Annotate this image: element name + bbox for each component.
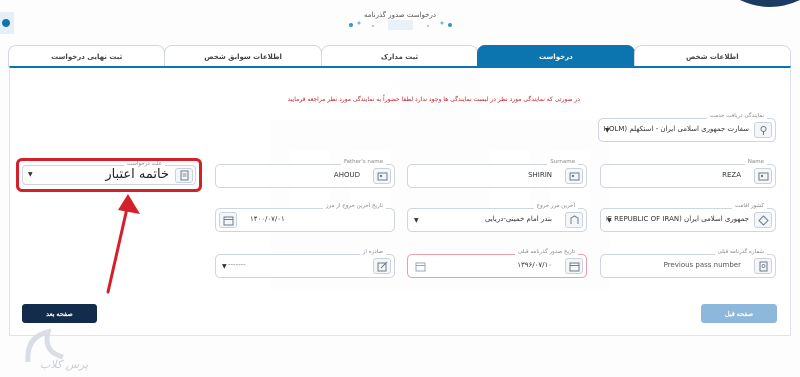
last-exit-border-label: آخرین مرز خروج [533, 203, 578, 209]
chevron-down-icon: ▼ [222, 263, 227, 270]
residence-country-select[interactable]: کشور اقامت جمهوری اسلامی ایران (ISLAMIC … [600, 203, 776, 232]
father-name-label: Father's name [340, 159, 386, 165]
previous-passport-issue-date-field[interactable]: تاریخ صدور گذرنامه قبلی ۱۳۹۶/۰۷/۱۰ [407, 249, 587, 278]
tab-request[interactable]: درخواست [477, 45, 635, 67]
location-pin-icon [754, 122, 772, 138]
name-field[interactable]: Name REZA [600, 159, 776, 188]
id-card-icon [565, 168, 583, 184]
chevron-down-icon: ▼ [607, 217, 612, 224]
residence-country-value: جمهوری اسلامی ایران (ISLAMIC REPUBLIC OF… [606, 215, 749, 223]
document-icon [175, 168, 193, 183]
border-gate-icon [565, 212, 583, 228]
tab-person-history[interactable]: اطلاعات سوابق شخص [164, 45, 322, 67]
surname-label: Surname [547, 159, 578, 165]
edit-icon [373, 258, 391, 274]
calendar-icon [565, 258, 583, 274]
notice-text: در صورتی که نمایندگی مورد نظر در لیست نم… [287, 96, 580, 103]
calendar-icon[interactable] [411, 258, 429, 274]
globe-icon [754, 212, 772, 228]
annotation-arrow [106, 194, 140, 294]
last-exit-border-value: بندر امام خمینی-دریایی [484, 215, 552, 223]
previous-passport-issue-date-label: تاریخ صدور گذرنامه قبلی [514, 249, 578, 255]
id-card-icon [754, 168, 772, 184]
last-exit-date-value: ۱۴۰۰/۰۷/۰۱ [250, 215, 285, 223]
issued-from-label: صادره از [359, 249, 386, 255]
request-reason-value: خاتمه اعتبار [105, 167, 169, 182]
chevron-down-icon: ▼ [28, 171, 33, 178]
last-exit-border-select[interactable]: آخرین مرز خروج بندر امام خمینی-دریایی ▼ [407, 203, 587, 232]
father-name-field[interactable]: Father's name AHOUD [215, 159, 395, 188]
header-arc-decoration [740, 0, 800, 7]
previous-passport-number-label: شماره گذرنامه قبلی [714, 249, 767, 255]
chevron-down-icon: ▼ [414, 217, 419, 224]
previous-passport-number-value: Previous pass number [663, 261, 741, 269]
father-name-value: AHOUD [333, 171, 360, 179]
previous-page-button[interactable]: صفحه قبل [701, 304, 777, 323]
surname-value: SHIRIN [528, 171, 552, 179]
title-ornament-icon [349, 20, 452, 30]
issued-from-value: ------- [228, 261, 246, 269]
chevron-down-icon: ▼ [605, 127, 610, 134]
id-card-icon [373, 168, 391, 184]
service-office-label: نمایندگی دریافت خدمت [706, 113, 767, 119]
tab-person-info[interactable]: اطلاعات شخص [633, 45, 791, 67]
tab-final-submit[interactable]: ثبت نهایی درخواست [7, 45, 166, 67]
name-value: REZA [722, 171, 741, 179]
passport-icon [754, 258, 772, 274]
name-label: Name [744, 159, 767, 165]
last-exit-date-field[interactable]: تاریخ آخرین خروج از مرز ۱۴۰۰/۰۷/۰۱ [215, 203, 395, 232]
previous-passport-issue-date-value: ۱۳۹۶/۰۷/۱۰ [517, 261, 552, 269]
brand-watermark-text: پرس کلاب [40, 358, 89, 371]
last-exit-date-label: تاریخ آخرین خروج از مرز [322, 203, 386, 209]
service-office-select[interactable]: نمایندگی دریافت خدمت سفارت جمهوری اسلامی… [598, 113, 776, 142]
calendar-icon[interactable] [219, 212, 237, 228]
previous-passport-number-field[interactable]: شماره گذرنامه قبلی Previous pass number [600, 249, 776, 278]
residence-country-label: کشور اقامت [732, 203, 767, 209]
issued-from-select[interactable]: صادره از ------- ▼ [215, 249, 395, 278]
surname-field[interactable]: Surname SHIRIN [407, 159, 587, 188]
request-reason-select[interactable]: علت درخواست خاتمه اعتبار ▼ [22, 161, 196, 185]
service-office-value: سفارت جمهوری اسلامی ایران - استکهلم (STO… [604, 125, 749, 133]
tab-documents[interactable]: ثبت مدارک [320, 45, 479, 67]
tab-bar: اطلاعات شخص درخواست ثبت مدارک اطلاعات سو… [7, 45, 791, 67]
next-page-button[interactable]: صفحه بعد [22, 304, 97, 323]
page: درخواست صدور گذرنامه اطلاعات شخص درخواست… [0, 0, 800, 377]
request-reason-highlight: علت درخواست خاتمه اعتبار ▼ [16, 158, 202, 192]
